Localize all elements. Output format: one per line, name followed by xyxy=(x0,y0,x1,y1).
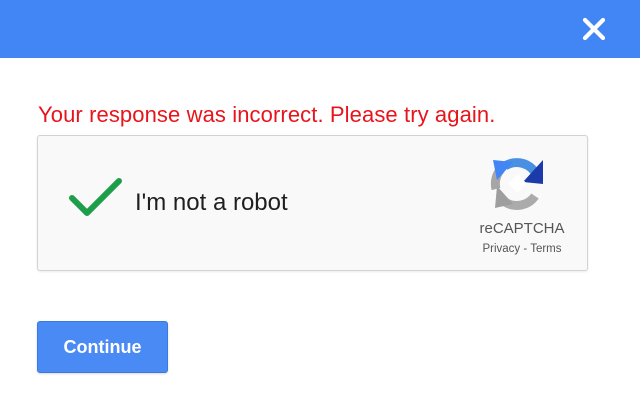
terms-link[interactable]: Terms xyxy=(530,243,561,255)
close-button[interactable] xyxy=(578,13,610,45)
dialog-header xyxy=(0,0,640,58)
privacy-link[interactable]: Privacy xyxy=(482,243,520,255)
privacy-terms-links: Privacy - Terms xyxy=(447,243,597,255)
close-icon xyxy=(582,17,606,41)
checkbox-label: I'm not a robot xyxy=(135,189,288,216)
recaptcha-brand: reCAPTCHA xyxy=(479,220,565,237)
recaptcha-widget: I'm not a robot reCAPTCHA Privacy - Term… xyxy=(37,135,588,271)
recaptcha-checkbox[interactable] xyxy=(68,176,124,218)
continue-button[interactable]: Continue xyxy=(37,321,168,373)
recaptcha-logo-icon xyxy=(487,152,549,214)
error-message: Your response was incorrect. Please try … xyxy=(38,102,496,127)
checkmark-icon xyxy=(69,178,122,216)
link-separator: - xyxy=(520,243,531,255)
